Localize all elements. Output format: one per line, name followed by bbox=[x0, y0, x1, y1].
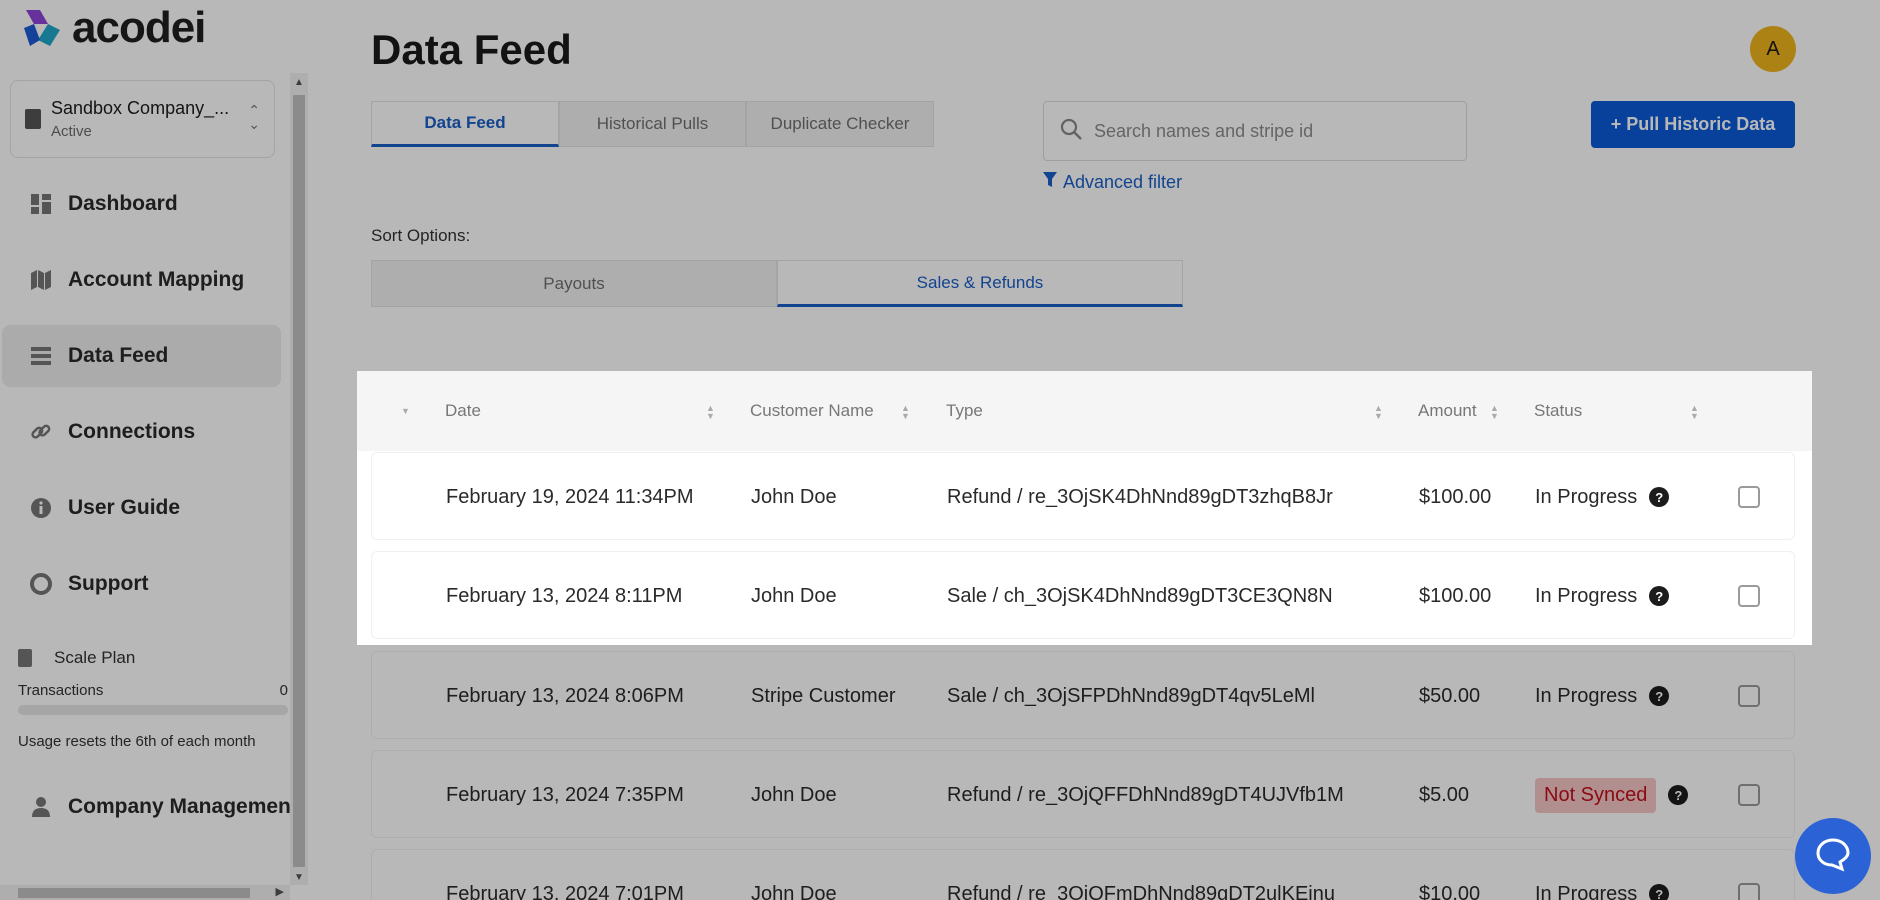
data-feed-table: ▼ Date ▲ ▼ Customer Name ▲ ▼ Type ▲ ▼ Amoun… bbox=[357, 371, 1812, 900]
cell-type: Refund / re_3OjSK4DhNnd89gDT3zhqB8Jr bbox=[947, 485, 1333, 508]
dim-overlay bbox=[309, 371, 357, 900]
cell-type: Sale / ch_3OjSK4DhNnd89gDT3CE3QN8N bbox=[947, 584, 1333, 607]
table-row[interactable]: February 19, 2024 11:34PM John Doe Refun… bbox=[371, 452, 1795, 540]
help-icon[interactable]: ? bbox=[1649, 586, 1670, 606]
sort-icon[interactable]: ▲ ▼ bbox=[706, 404, 715, 421]
sort-icon[interactable]: ▲ ▼ bbox=[1490, 404, 1499, 421]
cell-status: In Progress ? bbox=[1535, 552, 1670, 640]
row-checkbox[interactable] bbox=[1738, 486, 1760, 508]
table-header: ▼ Date ▲ ▼ Customer Name ▲ ▼ Type ▲ ▼ Amoun… bbox=[357, 371, 1812, 451]
chat-bubble-icon bbox=[1815, 836, 1851, 877]
cell-date: February 19, 2024 11:34PM bbox=[446, 485, 694, 508]
column-header-customer[interactable]: Customer Name bbox=[750, 371, 874, 451]
dim-overlay bbox=[0, 0, 309, 900]
cell-amount: $100.00 bbox=[1419, 485, 1492, 508]
column-header-date[interactable]: Date bbox=[445, 371, 481, 451]
sort-icon[interactable]: ▲ ▼ bbox=[901, 404, 910, 421]
dim-overlay bbox=[357, 645, 1812, 900]
sort-icon[interactable]: ▲ ▼ bbox=[1374, 404, 1383, 421]
status-text: In Progress bbox=[1535, 584, 1638, 607]
help-icon[interactable]: ? bbox=[1649, 487, 1670, 507]
row-checkbox[interactable] bbox=[1738, 585, 1760, 607]
cell-status: In Progress ? bbox=[1535, 453, 1670, 541]
dim-overlay bbox=[309, 0, 1880, 371]
column-header-type[interactable]: Type bbox=[946, 371, 983, 451]
column-header-amount[interactable]: Amount bbox=[1418, 371, 1477, 451]
cell-customer: John Doe bbox=[751, 584, 837, 607]
column-header-status[interactable]: Status bbox=[1534, 371, 1582, 451]
cell-amount: $100.00 bbox=[1419, 584, 1492, 607]
cell-customer: John Doe bbox=[751, 485, 837, 508]
cell-date: February 13, 2024 8:11PM bbox=[446, 584, 683, 607]
expand-caret-icon[interactable]: ▼ bbox=[401, 407, 410, 416]
status-text: In Progress bbox=[1535, 485, 1638, 508]
chat-support-button[interactable] bbox=[1795, 818, 1871, 894]
sort-icon[interactable]: ▲ ▼ bbox=[1690, 404, 1699, 421]
table-row[interactable]: February 13, 2024 8:11PM John Doe Sale /… bbox=[371, 551, 1795, 639]
